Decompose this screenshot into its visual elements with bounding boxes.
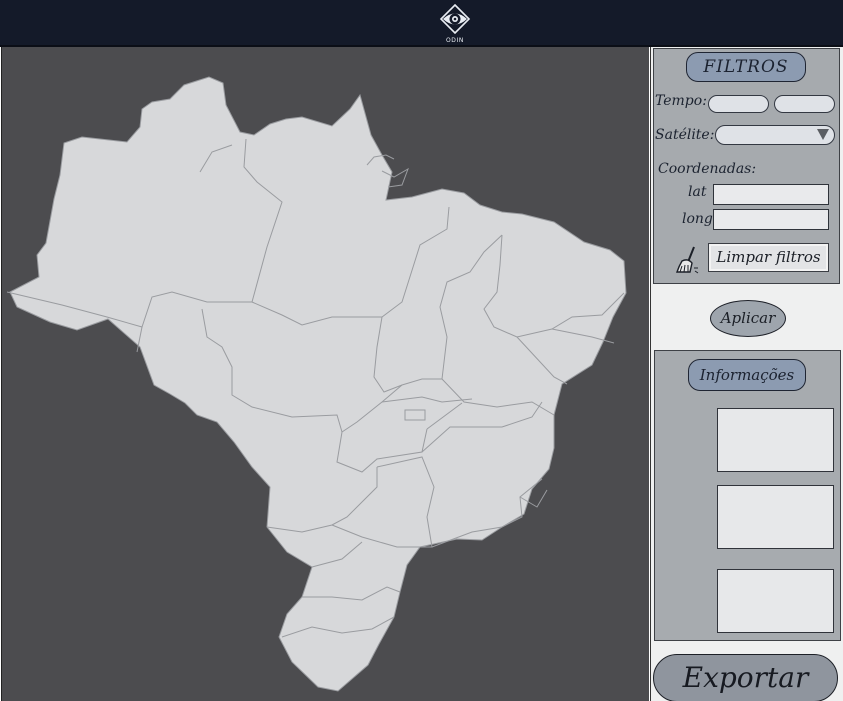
filters-panel: FILTROS Tempo: Satélite: Coordenadas: la…: [653, 48, 840, 284]
sidebar: FILTROS Tempo: Satélite: Coordenadas: la…: [650, 47, 843, 701]
map-area[interactable]: [1, 47, 649, 701]
satelite-select[interactable]: [715, 125, 835, 145]
eye-logo-icon[interactable]: [438, 4, 472, 34]
dropdown-arrow-icon[interactable]: [817, 129, 829, 140]
info-box: [717, 485, 834, 549]
broom-icon[interactable]: [674, 246, 700, 274]
info-panel: Informações: [654, 350, 841, 641]
apply-button[interactable]: Aplicar: [710, 300, 786, 337]
lat-input[interactable]: [713, 184, 829, 205]
tempo-start-input[interactable]: [708, 95, 769, 113]
tempo-label: Tempo:: [655, 93, 707, 109]
top-bar: ODIN: [0, 0, 843, 47]
long-input[interactable]: [713, 209, 829, 230]
info-title: Informações: [688, 359, 806, 391]
brazil-land: [9, 76, 627, 692]
tempo-end-input[interactable]: [774, 95, 835, 113]
info-box: [717, 408, 834, 472]
lat-label: lat: [688, 184, 707, 200]
coordenadas-label: Coordenadas:: [658, 161, 757, 177]
long-label: long: [682, 211, 713, 227]
export-data-button[interactable]: Exportar dados: [653, 654, 838, 701]
clear-filters-button[interactable]: Limpar filtros: [708, 243, 829, 272]
filters-title: FILTROS: [686, 52, 806, 82]
brazil-map[interactable]: [2, 47, 650, 701]
logo-text: ODIN: [445, 37, 464, 44]
info-box: [717, 569, 834, 633]
satelite-label: Satélite:: [655, 127, 715, 143]
